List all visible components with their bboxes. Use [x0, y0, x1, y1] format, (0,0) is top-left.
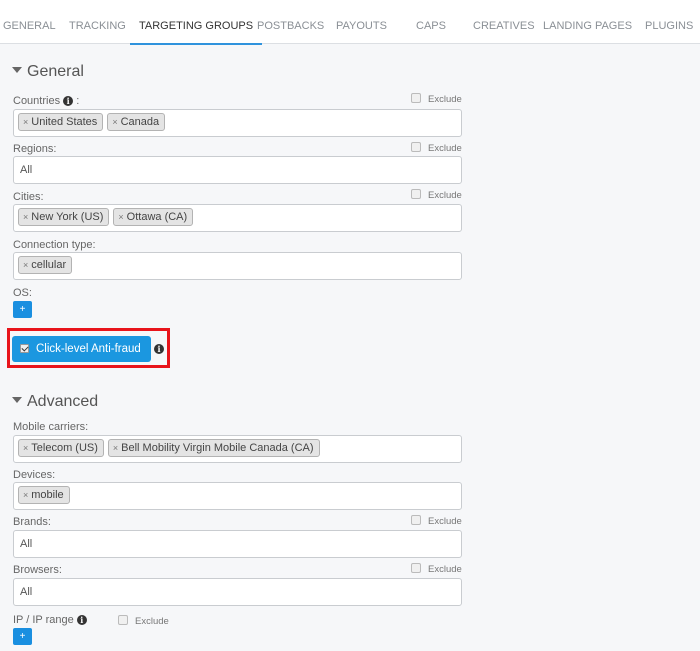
regions-exclude-checkbox[interactable]: Exclude — [411, 142, 462, 154]
section-general-title: General — [27, 63, 84, 80]
checkbox-icon — [411, 142, 421, 152]
remove-icon[interactable]: × — [118, 212, 123, 222]
checkbox-icon — [411, 563, 421, 573]
caret-down-icon — [12, 67, 22, 73]
checkbox-checked-icon — [20, 344, 29, 353]
info-icon[interactable]: i — [154, 344, 164, 354]
tab-landing-pages[interactable]: LANDING PAGES — [543, 0, 632, 44]
mobile-carriers-label: Mobile carriers: — [13, 421, 89, 433]
countries-input[interactable]: × United States × Canada — [13, 109, 462, 137]
checkbox-icon — [411, 189, 421, 199]
browsers-exclude-checkbox[interactable]: Exclude — [411, 563, 462, 575]
brands-input[interactable]: All — [13, 530, 462, 558]
connection-type-input[interactable]: × cellular — [13, 252, 462, 280]
chip-cellular: × cellular — [18, 256, 73, 274]
browsers-label: Browsers: — [13, 564, 62, 576]
chip-united-states: × United States — [18, 113, 104, 131]
chip-telecom-us: × Telecom (US) — [18, 439, 104, 457]
tab-tracking[interactable]: TRACKING — [69, 0, 126, 44]
tab-payouts[interactable]: PAYOUTS — [336, 0, 387, 44]
remove-icon[interactable]: × — [23, 490, 28, 500]
tab-bar: GENERAL TRACKING TARGETING GROUPS POSTBA… — [0, 0, 700, 45]
chip-ottawa: × Ottawa (CA) — [113, 208, 194, 226]
section-general-toggle[interactable]: General — [12, 63, 84, 81]
chip-canada: × Canada — [107, 113, 166, 131]
section-advanced-toggle[interactable]: Advanced — [12, 393, 98, 411]
remove-icon[interactable]: × — [113, 443, 118, 453]
chip-new-york: × New York (US) — [18, 208, 110, 226]
os-label: OS: — [13, 287, 32, 299]
checkbox-icon — [411, 93, 421, 103]
tab-plugins[interactable]: PLUGINS — [645, 0, 693, 44]
countries-label: Countries i : — [13, 95, 80, 107]
remove-icon[interactable]: × — [23, 212, 28, 222]
click-level-anti-fraud-toggle[interactable]: Click-level Anti-fraud — [12, 336, 151, 362]
tab-creatives[interactable]: CREATIVES — [473, 0, 535, 44]
checkbox-icon — [411, 515, 421, 525]
checkbox-icon — [118, 615, 128, 625]
tab-general[interactable]: GENERAL — [3, 0, 56, 44]
cities-input[interactable]: × New York (US) × Ottawa (CA) — [13, 204, 462, 232]
mobile-carriers-input[interactable]: × Telecom (US) × Bell Mobility Virgin Mobil… — [13, 435, 462, 463]
devices-input[interactable]: × mobile — [13, 482, 462, 510]
cities-exclude-checkbox[interactable]: Exclude — [411, 189, 462, 201]
tab-targeting-groups[interactable]: TARGETING GROUPS — [129, 0, 263, 45]
brands-exclude-checkbox[interactable]: Exclude — [411, 515, 462, 527]
chip-bell-mobility: × Bell Mobility Virgin Mobile Canada (CA) — [107, 439, 320, 457]
regions-input[interactable]: All — [13, 156, 462, 184]
ip-range-exclude-checkbox[interactable]: Exclude — [118, 615, 169, 627]
chip-mobile: × mobile — [18, 486, 70, 504]
regions-label: Regions: — [13, 143, 57, 155]
countries-exclude-checkbox[interactable]: Exclude — [411, 93, 462, 105]
os-add-button[interactable]: + — [13, 301, 32, 318]
ip-range-add-button[interactable]: + — [13, 628, 32, 645]
remove-icon[interactable]: × — [23, 260, 28, 270]
browsers-input[interactable]: All — [13, 578, 462, 606]
connection-type-label: Connection type: — [13, 239, 96, 251]
caret-down-icon — [12, 397, 22, 403]
tab-caps[interactable]: CAPS — [416, 0, 446, 44]
devices-label: Devices: — [13, 469, 56, 481]
tab-postbacks[interactable]: POSTBACKS — [257, 0, 324, 44]
brands-label: Brands: — [13, 516, 51, 528]
remove-icon[interactable]: × — [112, 117, 117, 127]
section-advanced-title: Advanced — [27, 393, 99, 410]
cities-label: Cities: — [13, 191, 44, 203]
remove-icon[interactable]: × — [23, 443, 28, 453]
ip-range-label: IP / IP range i — [13, 614, 87, 626]
info-icon[interactable]: i — [76, 615, 87, 625]
info-icon[interactable]: i — [63, 96, 74, 106]
remove-icon[interactable]: × — [23, 117, 28, 127]
